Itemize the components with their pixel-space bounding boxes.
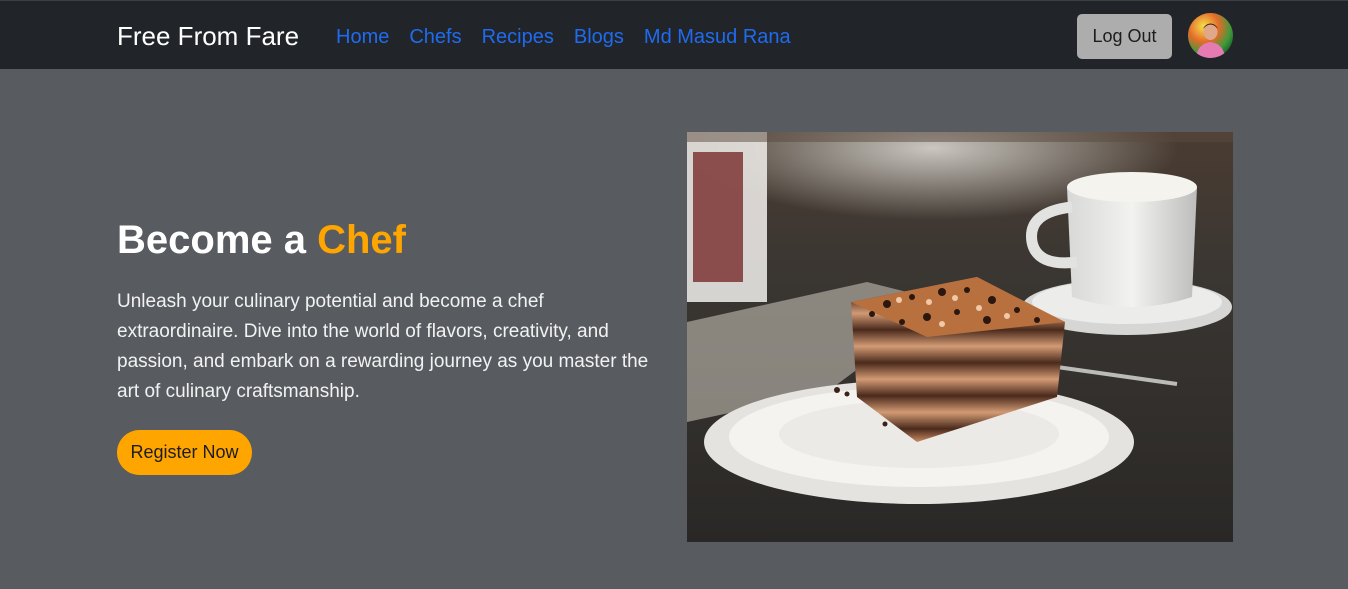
user-avatar-icon[interactable] [1188, 13, 1233, 58]
nav-links: Home Chefs Recipes Blogs Md Masud Rana [336, 25, 811, 49]
nav-link-chefs[interactable]: Chefs [409, 25, 461, 49]
hero-title-accent: Chef [317, 218, 406, 262]
nav-link-home[interactable]: Home [336, 25, 389, 49]
hero-title: Become a Chef [117, 216, 406, 264]
nav-link-blogs[interactable]: Blogs [574, 25, 624, 49]
navbar: Free From Fare Home Chefs Recipes Blogs … [0, 0, 1348, 69]
hero-description: Unleash your culinary potential and beco… [117, 291, 649, 402]
nav-link-recipes[interactable]: Recipes [482, 25, 554, 49]
cake-and-coffee-image [687, 132, 1233, 542]
register-button[interactable]: Register Now [117, 430, 252, 475]
nav-link-user-name[interactable]: Md Masud Rana [644, 25, 791, 49]
brand-logo[interactable]: Free From Fare [117, 21, 299, 51]
hero-title-prefix: Become a [117, 218, 318, 262]
logout-button[interactable]: Log Out [1077, 14, 1172, 59]
